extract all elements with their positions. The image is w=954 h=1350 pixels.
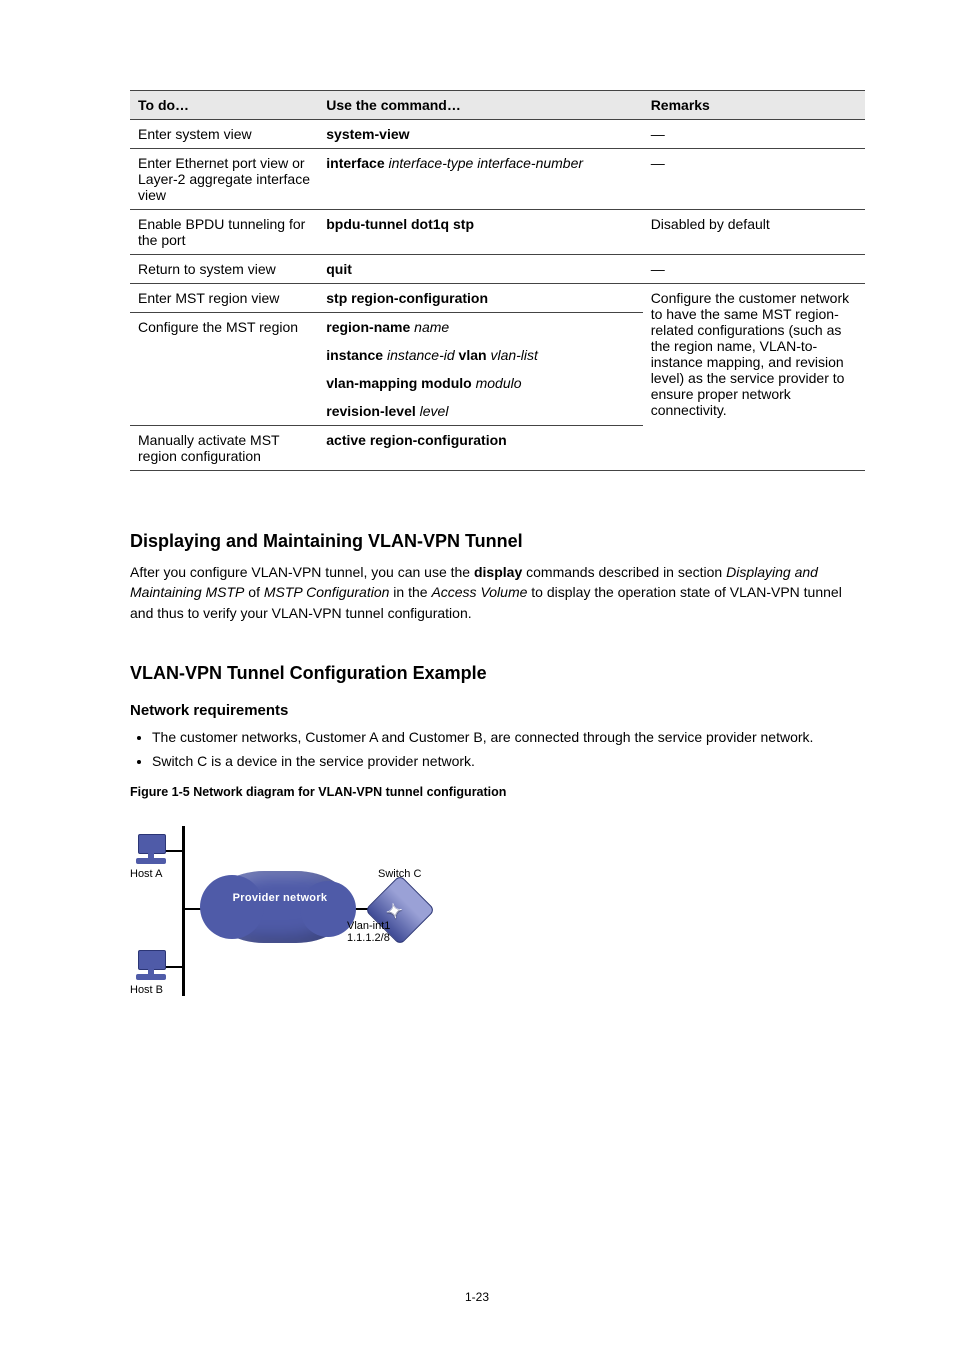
list-item: Switch C is a device in the service prov… [152,751,859,771]
cell-cmd: quit [318,255,642,284]
figure-caption: Figure 1-5 Network diagram for VLAN-VPN … [130,783,859,801]
host-b-icon [134,950,168,982]
switch-c-label: Switch C [378,868,421,880]
requirements-list: The customer networks, Customer A and Cu… [134,727,859,772]
table-row: Enter MST region view stp region-configu… [130,284,865,313]
cell-remarks-merged: Configure the customer network to have t… [643,284,865,471]
cell-todo: Configure the MST region [130,313,318,426]
cell-todo: Return to system view [130,255,318,284]
host-b-label: Host B [130,984,163,996]
table-row: Enter system view system-view — [130,120,865,149]
network-diagram: Host A Host B Provider network ✦ Switch … [130,826,450,996]
cell-remarks: — [643,255,865,284]
cell-cmd: interface interface-type interface-numbe… [318,149,642,210]
cell-todo: Enter MST region view [130,284,318,313]
table-row: Enable BPDU tunneling for the port bpdu-… [130,210,865,255]
cell-todo: Enter system view [130,120,318,149]
cell-todo: Enter Ethernet port view or Layer-2 aggr… [130,149,318,210]
host-a-label: Host A [130,868,162,880]
cell-cmd: instance instance-id vlan vlan-list [318,341,642,369]
cell-cmd: revision-level level [318,397,642,426]
table-row: Return to system view quit — [130,255,865,284]
cell-todo: Enable BPDU tunneling for the port [130,210,318,255]
host-a-icon [134,834,168,866]
cell-cmd: active region-configuration [318,426,642,471]
cell-cmd: vlan-mapping modulo modulo [318,369,642,397]
cell-todo: Manually activate MST region configurati… [130,426,318,471]
section-body-display: After you configure VLAN-VPN tunnel, you… [130,562,859,623]
col-header-remarks: Remarks [643,91,865,120]
cell-cmd: bpdu-tunnel dot1q stp [318,210,642,255]
ip-label: 1.1.1.2/8 [347,932,390,944]
section-heading-display: Displaying and Maintaining VLAN-VPN Tunn… [130,531,859,552]
cell-remarks: Disabled by default [643,210,865,255]
cell-remarks: — [643,149,865,210]
cell-remarks: — [643,120,865,149]
table-row: Enter Ethernet port view or Layer-2 aggr… [130,149,865,210]
vlan-label: Vlan-int1 [347,920,390,932]
list-item: The customer networks, Customer A and Cu… [152,727,859,747]
cell-cmd: system-view [318,120,642,149]
config-table: To do… Use the command… Remarks Enter sy… [130,90,865,471]
cell-cmd: stp region-configuration [318,284,642,313]
subheading-requirements: Network requirements [130,702,859,719]
col-header-todo: To do… [130,91,318,120]
cloud-icon [210,871,350,943]
page-number: 1-23 [0,1290,954,1304]
section-heading-example: VLAN-VPN Tunnel Configuration Example [130,663,859,684]
table-header-row: To do… Use the command… Remarks [130,91,865,120]
cell-cmd: region-name name [318,313,642,342]
page-container: To do… Use the command… Remarks Enter sy… [0,0,954,1350]
cloud-label: Provider network [230,892,330,904]
col-header-command: Use the command… [318,91,642,120]
